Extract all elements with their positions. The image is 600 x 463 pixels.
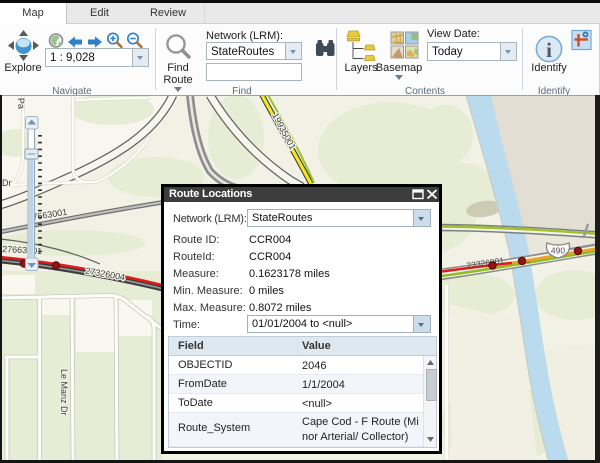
svg-text:Le Manz Dr: Le Manz Dr [59, 369, 69, 416]
svg-text:27663101: 27663101 [2, 244, 43, 256]
svg-text:490: 490 [551, 246, 565, 256]
svg-text:Pa: Pa [16, 98, 26, 109]
svg-text:Dr: Dr [2, 178, 12, 188]
svg-text:i: i [546, 38, 552, 62]
